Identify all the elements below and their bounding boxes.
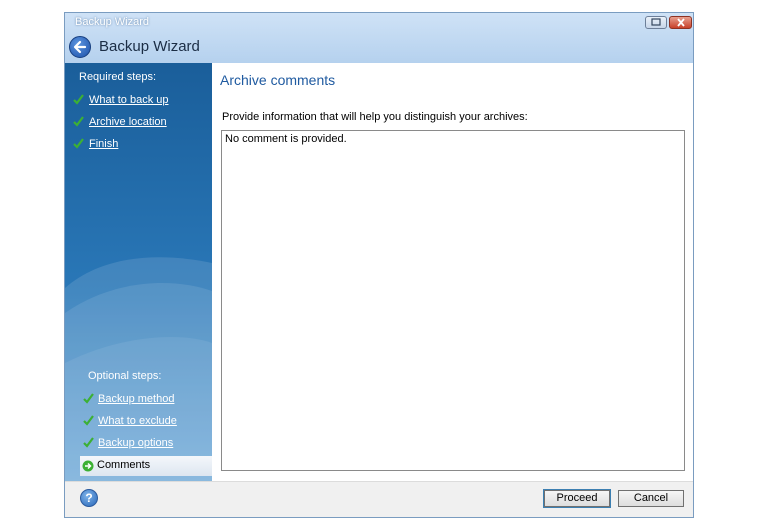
check-icon [83, 437, 94, 448]
page-title: Archive comments [220, 72, 336, 88]
help-icon[interactable]: ? [80, 489, 98, 507]
sidebar-item-archive-location[interactable]: Archive location [89, 116, 167, 128]
page-description: Provide information that will help you d… [222, 111, 528, 123]
check-icon [73, 116, 84, 127]
sidebar-item-finish[interactable]: Finish [89, 138, 118, 150]
main-content: Archive comments Provide information tha… [212, 63, 693, 481]
window-title: Backup Wizard [75, 16, 149, 28]
optional-steps-heading: Optional steps: [88, 370, 162, 382]
back-arrow-icon [73, 40, 87, 54]
sidebar-item-what-to-back-up[interactable]: What to back up [89, 94, 169, 106]
check-icon [83, 415, 94, 426]
archive-comment-field[interactable]: No comment is provided. [221, 130, 685, 471]
sidebar-item-what-to-exclude[interactable]: What to exclude [98, 415, 177, 427]
check-icon [83, 393, 94, 404]
close-icon [676, 18, 685, 27]
sidebar-item-comments[interactable]: Comments [80, 456, 212, 476]
required-steps-heading: Required steps: [79, 71, 157, 83]
wizard-title: Backup Wizard [99, 38, 200, 55]
restore-icon [651, 18, 661, 26]
cancel-button[interactable]: Cancel [618, 490, 684, 507]
footer-bar: ? Proceed Cancel [65, 481, 693, 517]
restore-button[interactable] [645, 16, 667, 29]
close-button[interactable] [669, 16, 692, 29]
check-icon [73, 138, 84, 149]
sidebar-item-backup-method[interactable]: Backup method [98, 393, 174, 405]
title-bar: Backup Wizard Backup Wizard [65, 13, 693, 63]
sidebar-item-backup-options[interactable]: Backup options [98, 437, 173, 449]
check-icon [73, 94, 84, 105]
current-step-arrow-icon [82, 460, 94, 472]
backup-wizard-window: Backup Wizard Backup Wizard Required ste… [64, 12, 694, 518]
back-button[interactable] [69, 36, 91, 58]
steps-sidebar: Required steps: What to back up Archive … [65, 63, 212, 481]
proceed-button[interactable]: Proceed [543, 489, 611, 508]
current-step-label: Comments [97, 459, 151, 471]
